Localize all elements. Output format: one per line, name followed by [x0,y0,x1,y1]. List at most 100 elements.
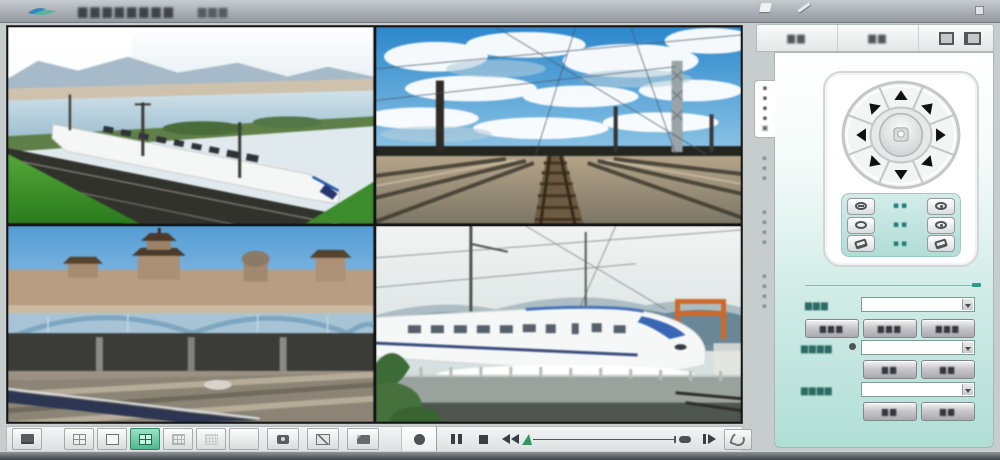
screen-mode-button[interactable] [12,428,42,450]
field2-combobox[interactable] [861,340,975,355]
lens-plus-icon [935,202,947,210]
camera-feed-4[interactable] [376,226,742,423]
cruise-button-2[interactable]: ▆▆ [921,360,975,379]
window-control-icon[interactable] [975,6,984,15]
loop-icon [729,430,747,447]
vertical-tab-4-label: ▪▪▪▪ [761,272,769,312]
vertical-tab-ptz-label: ▪▪▪▪▣ [761,84,769,134]
titlebar: ▆▆▆▆▆▆▆▆ ▆▆▆ [0,0,1000,23]
zoom-label: ▪▪ [893,201,909,211]
focus-near-button[interactable] [847,217,875,234]
iris-open-button[interactable] [927,235,955,252]
camera-4-scene [376,226,742,423]
pencil-icon[interactable] [797,2,810,12]
video-tour-button[interactable] [307,428,339,450]
vertical-tab-3-label: ▪▪▪▪ [761,208,769,248]
panel-window-icon[interactable] [939,32,954,45]
track-button-1[interactable]: ▆▆ [863,402,917,421]
field1-combobox[interactable] [861,297,975,312]
stop-button[interactable] [479,435,488,444]
preset-button-1-label: ▆▆▆ [820,324,844,333]
fullscreen-button[interactable] [267,428,299,450]
stop-icon [479,435,488,444]
tab-1-label: ▆▆ [787,33,806,44]
lens-dot-icon [935,221,947,229]
cruise-button-1[interactable]: ▆▆ [863,360,917,379]
preset-button-1[interactable]: ▆▆▆ [805,319,859,338]
layout-extra-button[interactable] [229,428,259,450]
lens-control-panel: ▪▪ ▪▪ ▪▪ [841,193,961,257]
tab-2[interactable]: ▆▆ [838,25,919,51]
page-icon[interactable] [759,3,772,12]
camera-feed-2[interactable] [376,27,742,224]
camera-feed-3[interactable] [8,226,374,423]
field1-label: ▆▆▆ [805,301,829,311]
field2-dot-icon [849,343,856,350]
vertical-tab-2[interactable]: ▪▪▪ [754,146,775,192]
camera-2-scene [376,27,742,224]
vertical-tabbar: ▪▪▪▪▣ ▪▪▪ ▪▪▪▪ ▪▪▪▪ [754,80,775,328]
grid-2x2-active-icon [139,434,152,445]
panel-dock-icon[interactable] [964,32,981,45]
zoom-control-row: ▪▪ [847,198,955,215]
camera-feed-1[interactable] [8,27,374,224]
grid-2x2-icon [73,434,86,445]
pause-button[interactable] [451,434,462,444]
video-grid [6,25,743,424]
layout-4-active-button[interactable] [130,428,160,450]
field3-label: ▆▆▆▆ [801,386,833,396]
app-menu-text: ▆▆▆ [198,5,229,18]
layout-16-button[interactable] [196,428,226,450]
window-bottom-edge [0,451,1000,460]
iris-close-button[interactable] [847,235,875,252]
focus-control-row: ▪▪ [847,217,955,234]
step-forward-button[interactable] [703,434,716,444]
field3-combobox[interactable] [861,382,975,397]
dropdown-arrow-icon[interactable] [962,299,973,310]
cruise-button-1-label: ▆▆ [882,365,898,374]
dropdown-arrow-icon[interactable] [962,384,973,395]
ptz-dpad[interactable] [838,78,964,192]
section-divider [805,285,977,286]
iris-label: ▪▪ [893,239,909,249]
slider-track[interactable] [533,439,676,440]
grid-3x3-icon [172,434,185,445]
tab-1[interactable]: ▆▆ [757,25,838,51]
camera-1-scene [8,27,374,224]
app-logo-icon [26,4,62,18]
dropdown-arrow-icon[interactable] [962,342,973,353]
pause-icon [451,434,462,444]
preset-button-2[interactable]: ▆▆▆ [863,319,917,338]
vertical-tab-2-label: ▪▪▪ [761,154,769,184]
app-window: ▆▆▆▆▆▆▆▆ ▆▆▆ [0,0,1000,460]
monitor-icon [21,434,34,444]
layout-9-button[interactable] [163,428,193,450]
layout-4-button[interactable] [64,428,94,450]
rewind-button[interactable] [502,434,519,444]
record-button[interactable] [401,426,437,452]
track-button-2[interactable]: ▆▆ [921,402,975,421]
snapshot-button[interactable] [347,428,379,450]
target-icon [277,435,289,444]
preset-button-3[interactable]: ▆▆▆ [921,319,975,338]
tab-2-label: ▆▆ [868,33,887,44]
zoom-out-button[interactable] [847,198,875,215]
playback-toolbar [6,426,743,452]
slash-box-icon [316,434,330,445]
photo-icon [357,435,370,444]
grid-4x4-icon [205,434,218,445]
vertical-tab-4[interactable]: ▪▪▪▪ [754,264,775,320]
record-icon [414,434,425,445]
playback-slider[interactable] [523,434,691,445]
vertical-tab-3[interactable]: ▪▪▪▪ [754,200,775,256]
slider-end-knob[interactable] [679,436,691,443]
field2-label: ▆▆▆▆ [801,344,833,354]
layout-1-button[interactable] [97,428,127,450]
zoom-in-button[interactable] [927,198,955,215]
focus-label: ▪▪ [893,220,909,230]
cruise-button-2-label: ▆▆ [940,365,956,374]
app-title: ▆▆▆▆▆▆▆▆ [78,4,176,18]
vertical-tab-ptz[interactable]: ▪▪▪▪▣ [754,80,775,138]
track-button-1-label: ▆▆ [882,407,898,416]
focus-far-button[interactable] [927,217,955,234]
